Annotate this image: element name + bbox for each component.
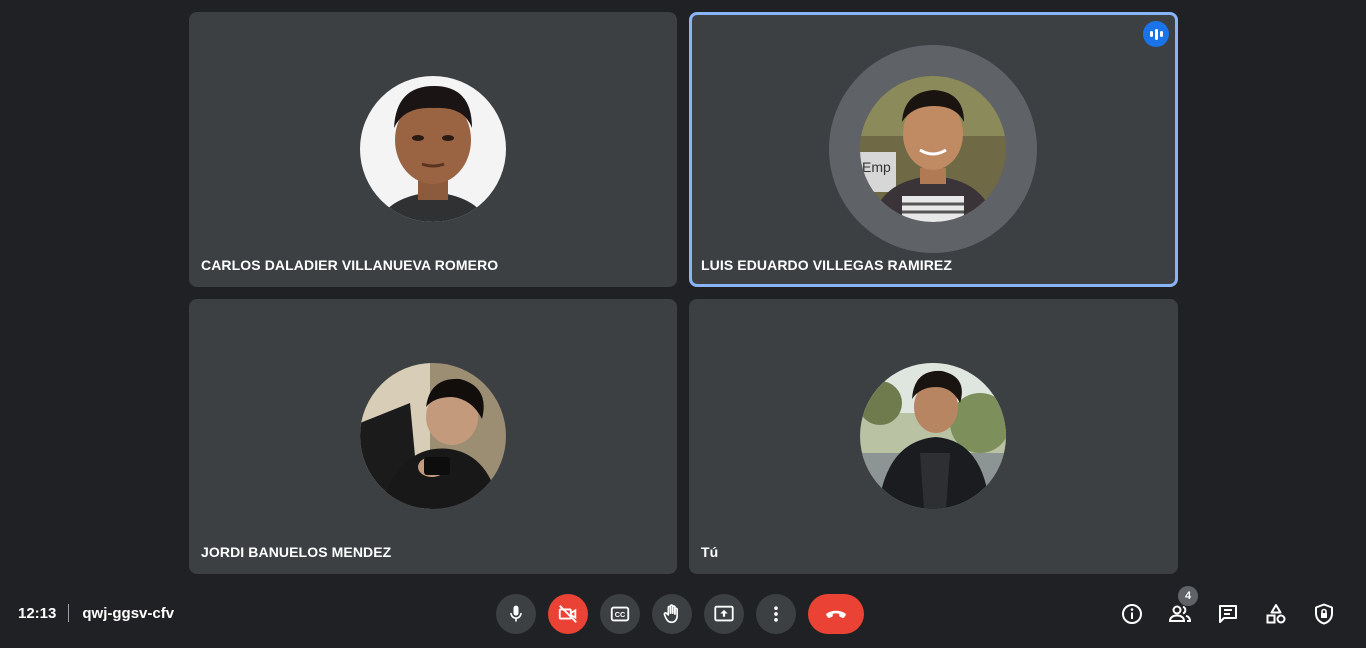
participant-tile-self[interactable]: Tú xyxy=(689,299,1178,574)
camera-toggle-button[interactable] xyxy=(548,594,588,634)
host-controls-button[interactable] xyxy=(1308,598,1340,630)
captions-button[interactable]: CC xyxy=(600,594,640,634)
activities-button[interactable] xyxy=(1260,598,1292,630)
leave-call-button[interactable] xyxy=(808,594,864,634)
participant-avatar xyxy=(360,363,506,509)
closed-captions-icon: CC xyxy=(610,606,630,622)
chat-icon xyxy=(1219,605,1237,623)
participant-tile-active-speaker[interactable]: Emp LUIS EDUARDO VILLEGAS RAMIREZ xyxy=(689,12,1178,287)
activities-icon xyxy=(1266,604,1286,624)
svg-text:Emp: Emp xyxy=(862,159,891,175)
microphone-button[interactable] xyxy=(496,594,536,634)
speaking-icon xyxy=(1143,21,1169,47)
participant-avatar: Emp xyxy=(860,76,1006,222)
participant-name: Tú xyxy=(701,544,719,560)
participant-avatar xyxy=(360,76,506,222)
meeting-code: qwj-ggsv-cfv xyxy=(82,604,175,622)
svg-text:CC: CC xyxy=(615,610,626,619)
participant-name: CARLOS DALADIER VILLANUEVA ROMERO xyxy=(201,257,499,273)
participant-avatar xyxy=(860,363,1006,509)
host-controls-icon xyxy=(1315,603,1333,625)
microphone-icon xyxy=(510,605,522,622)
more-options-button[interactable] xyxy=(756,594,796,634)
participant-tile[interactable]: JORDI BANUELOS MENDEZ xyxy=(189,299,677,574)
raise-hand-button[interactable] xyxy=(652,594,692,634)
chat-button[interactable] xyxy=(1212,598,1244,630)
info-icon xyxy=(1122,604,1142,624)
camera-off-icon xyxy=(558,605,577,623)
more-options-icon xyxy=(774,606,778,622)
meeting-details: 12:13 qwj-ggsv-cfv xyxy=(18,604,174,622)
raise-hand-icon xyxy=(663,604,678,624)
end-call-icon xyxy=(826,610,846,619)
divider xyxy=(68,604,70,622)
participant-name: LUIS EDUARDO VILLEGAS RAMIREZ xyxy=(701,257,953,273)
people-button[interactable]: 4 xyxy=(1164,586,1198,630)
participant-tile[interactable]: CARLOS DALADIER VILLANUEVA ROMERO xyxy=(189,12,677,287)
present-screen-icon xyxy=(714,605,734,622)
present-screen-button[interactable] xyxy=(704,594,744,634)
meeting-info-button[interactable] xyxy=(1116,598,1148,630)
meet-call-screen: CARLOS DALADIER VILLANUEVA ROMERO Emp LU… xyxy=(0,0,1366,648)
participant-name: JORDI BANUELOS MENDEZ xyxy=(201,544,392,560)
participant-count-badge: 4 xyxy=(1178,586,1198,606)
clock-time: 12:13 xyxy=(18,604,57,622)
